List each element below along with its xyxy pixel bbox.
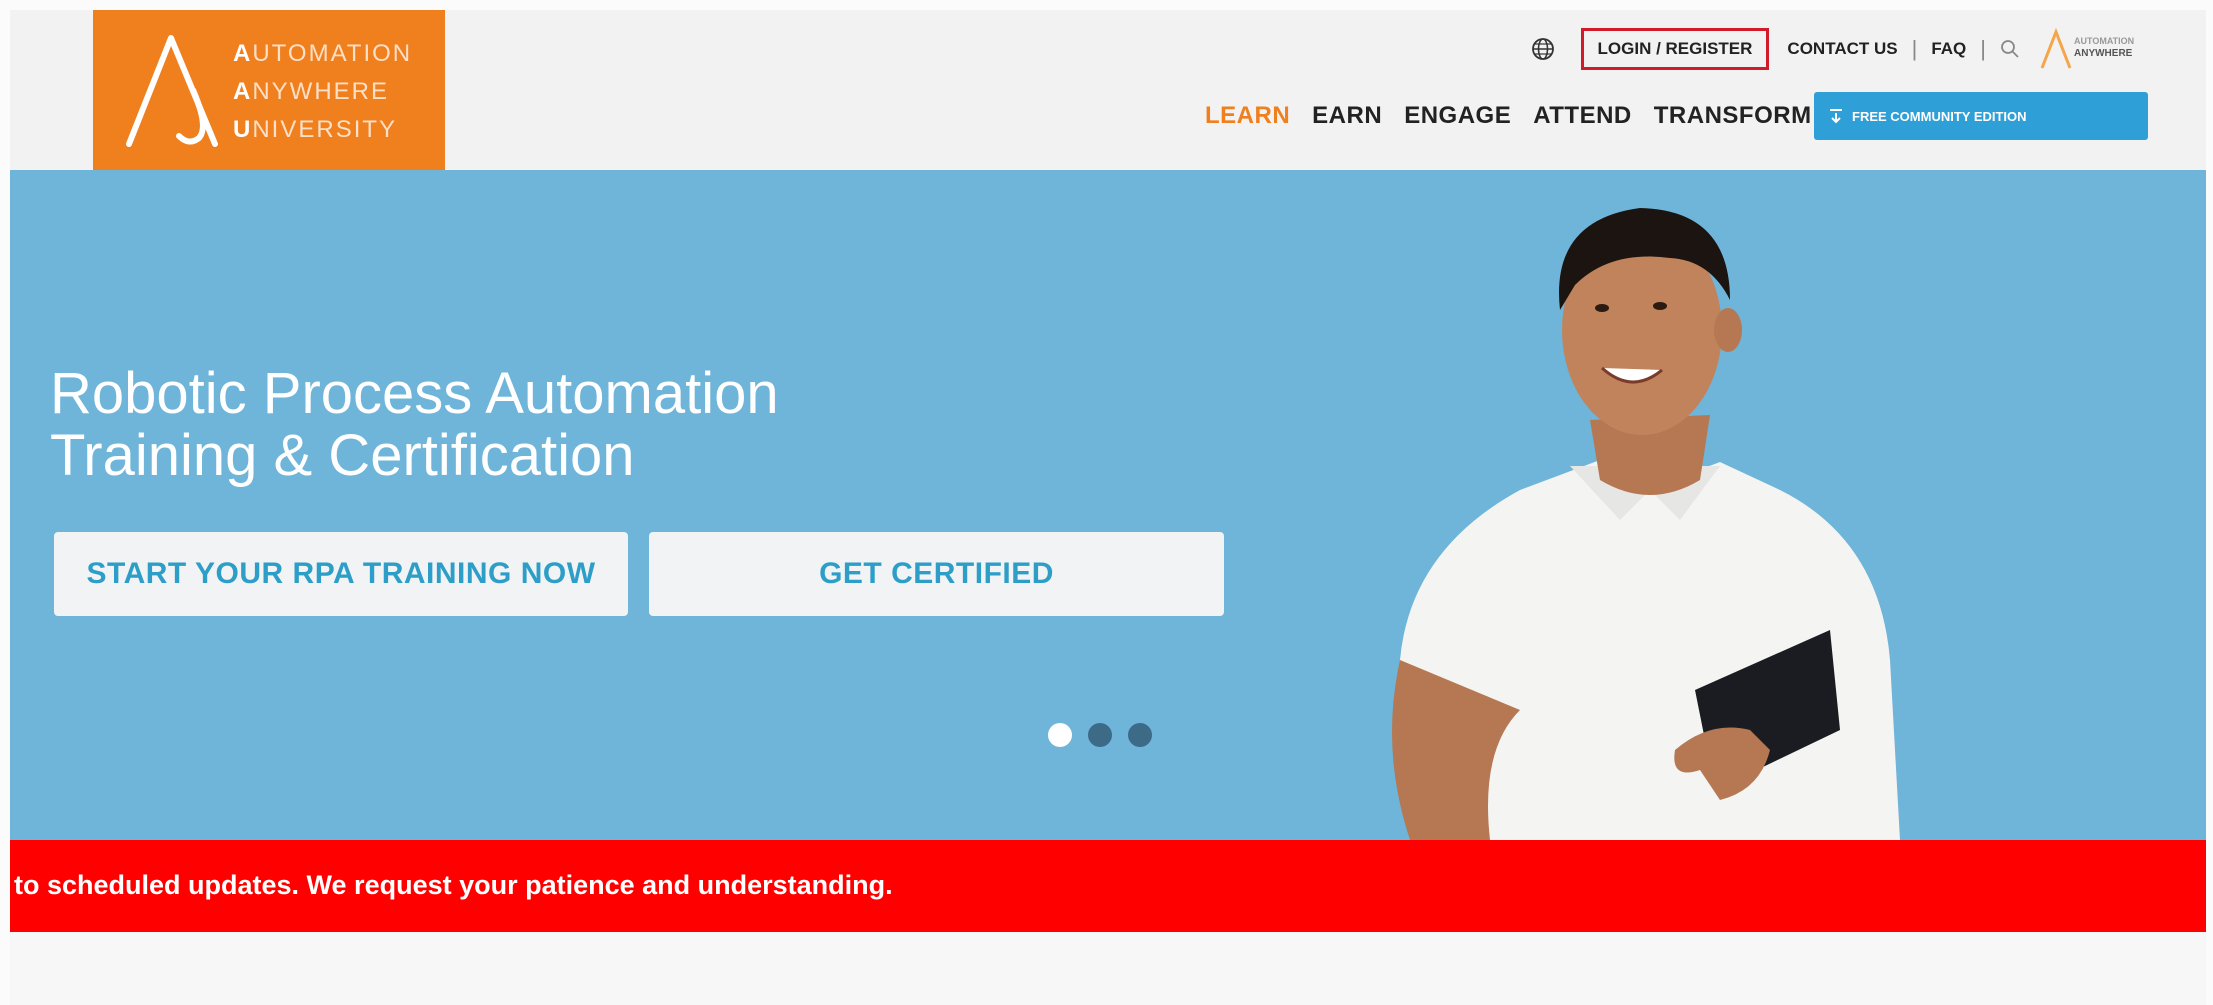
- svg-text:AUTOMATION: AUTOMATION: [2074, 36, 2134, 46]
- automation-anywhere-partner-logo[interactable]: AUTOMATION ANYWHERE: [2038, 28, 2156, 70]
- hero-title: Robotic Process Automation Training & Ce…: [50, 361, 779, 488]
- download-icon: [1830, 109, 1842, 124]
- nav-separator: |: [1911, 36, 1918, 61]
- nav-earn[interactable]: EARN: [1312, 102, 1382, 130]
- nav-engage[interactable]: ENGAGE: [1404, 102, 1511, 130]
- faq-link[interactable]: FAQ: [1931, 39, 1966, 59]
- site-header: AUTOMATION ANYWHERE UNIVERSITY LOGIN / R…: [10, 10, 2206, 170]
- nav-transform[interactable]: TRANSFORM: [1654, 102, 1812, 130]
- get-certified-button[interactable]: GET CERTIFIED: [649, 532, 1224, 616]
- search-icon[interactable]: [2000, 39, 2020, 59]
- main-nav: LEARN EARN ENGAGE ATTEND TRANSFORM: [1205, 102, 1812, 130]
- login-register-link[interactable]: LOGIN / REGISTER: [1580, 28, 1770, 70]
- carousel-dot-1[interactable]: [1048, 723, 1072, 747]
- university-logo-text: AUTOMATION ANYWHERE UNIVERSITY: [233, 40, 413, 143]
- utility-nav: LOGIN / REGISTER CONTACT US | FAQ | AUTO…: [1531, 28, 2156, 70]
- start-rpa-training-button[interactable]: START YOUR RPA TRAINING NOW: [54, 532, 628, 616]
- hero-person-image: [1392, 208, 1900, 840]
- carousel-indicators: [1048, 723, 1152, 747]
- hero-carousel: Robotic Process Automation Training & Ce…: [10, 170, 2206, 840]
- page-content-area: [10, 932, 2206, 1005]
- free-community-edition-label: FREE COMMUNITY EDITION: [1852, 108, 2027, 124]
- carousel-dot-2[interactable]: [1088, 723, 1112, 747]
- svg-text:ANYWHERE: ANYWHERE: [2074, 48, 2133, 59]
- free-community-edition-button[interactable]: FREE COMMUNITY EDITION: [1814, 92, 2148, 140]
- nav-separator: |: [1980, 36, 1986, 61]
- contact-us-link[interactable]: CONTACT US: [1787, 39, 1897, 59]
- globe-icon[interactable]: [1531, 37, 1555, 61]
- maintenance-alert-banner: to scheduled updates. We request your pa…: [10, 840, 2206, 932]
- automation-anywhere-a-logo-icon: [126, 35, 218, 147]
- nav-learn[interactable]: LEARN: [1205, 102, 1290, 130]
- university-logo[interactable]: AUTOMATION ANYWHERE UNIVERSITY: [93, 10, 445, 170]
- carousel-dot-3[interactable]: [1128, 723, 1152, 747]
- alert-text: to scheduled updates. We request your pa…: [14, 870, 893, 900]
- nav-attend[interactable]: ATTEND: [1533, 102, 1632, 130]
